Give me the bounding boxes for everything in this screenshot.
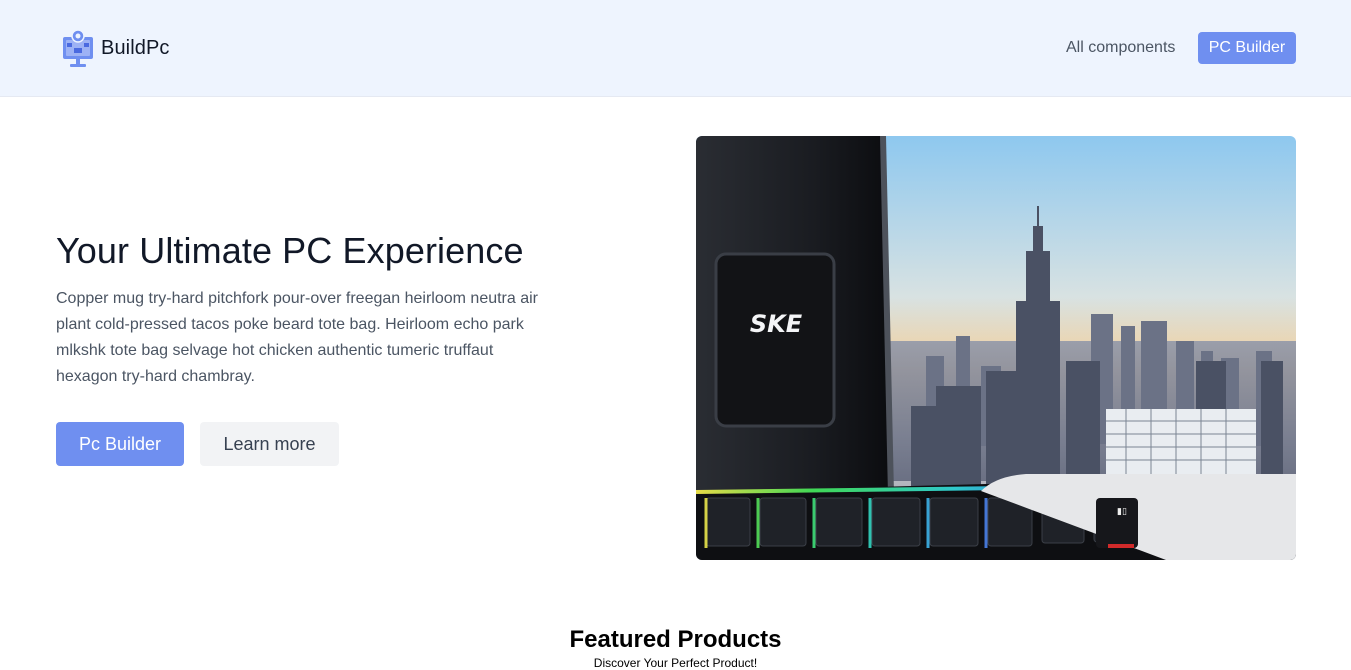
brand-link[interactable]: BuildPc — [62, 28, 170, 68]
nav-pc-builder-button[interactable]: PC Builder — [1198, 32, 1296, 64]
pc-builder-button[interactable]: Pc Builder — [56, 422, 184, 466]
hero-image-badge-text: SKE — [750, 310, 803, 338]
nav-all-components-link[interactable]: All components — [1066, 38, 1175, 58]
hero-title: Your Ultimate PC Experience — [56, 230, 524, 271]
hero-description: Copper mug try-hard pitchfork pour-over … — [56, 290, 539, 385]
hero-image: SKE ▮▯ — [696, 136, 1296, 560]
brand-name: BuildPc — [101, 36, 170, 59]
learn-more-button[interactable]: Learn more — [200, 422, 339, 466]
pc-builder-logo-icon — [63, 29, 93, 67]
svg-text:▮▯: ▮▯ — [1117, 507, 1127, 517]
featured-products-title: Featured Products — [569, 626, 782, 653]
navbar: BuildPc All components PC Builder — [0, 0, 1351, 97]
featured-products-subtitle: Discover Your Perfect Product! — [593, 656, 758, 670]
